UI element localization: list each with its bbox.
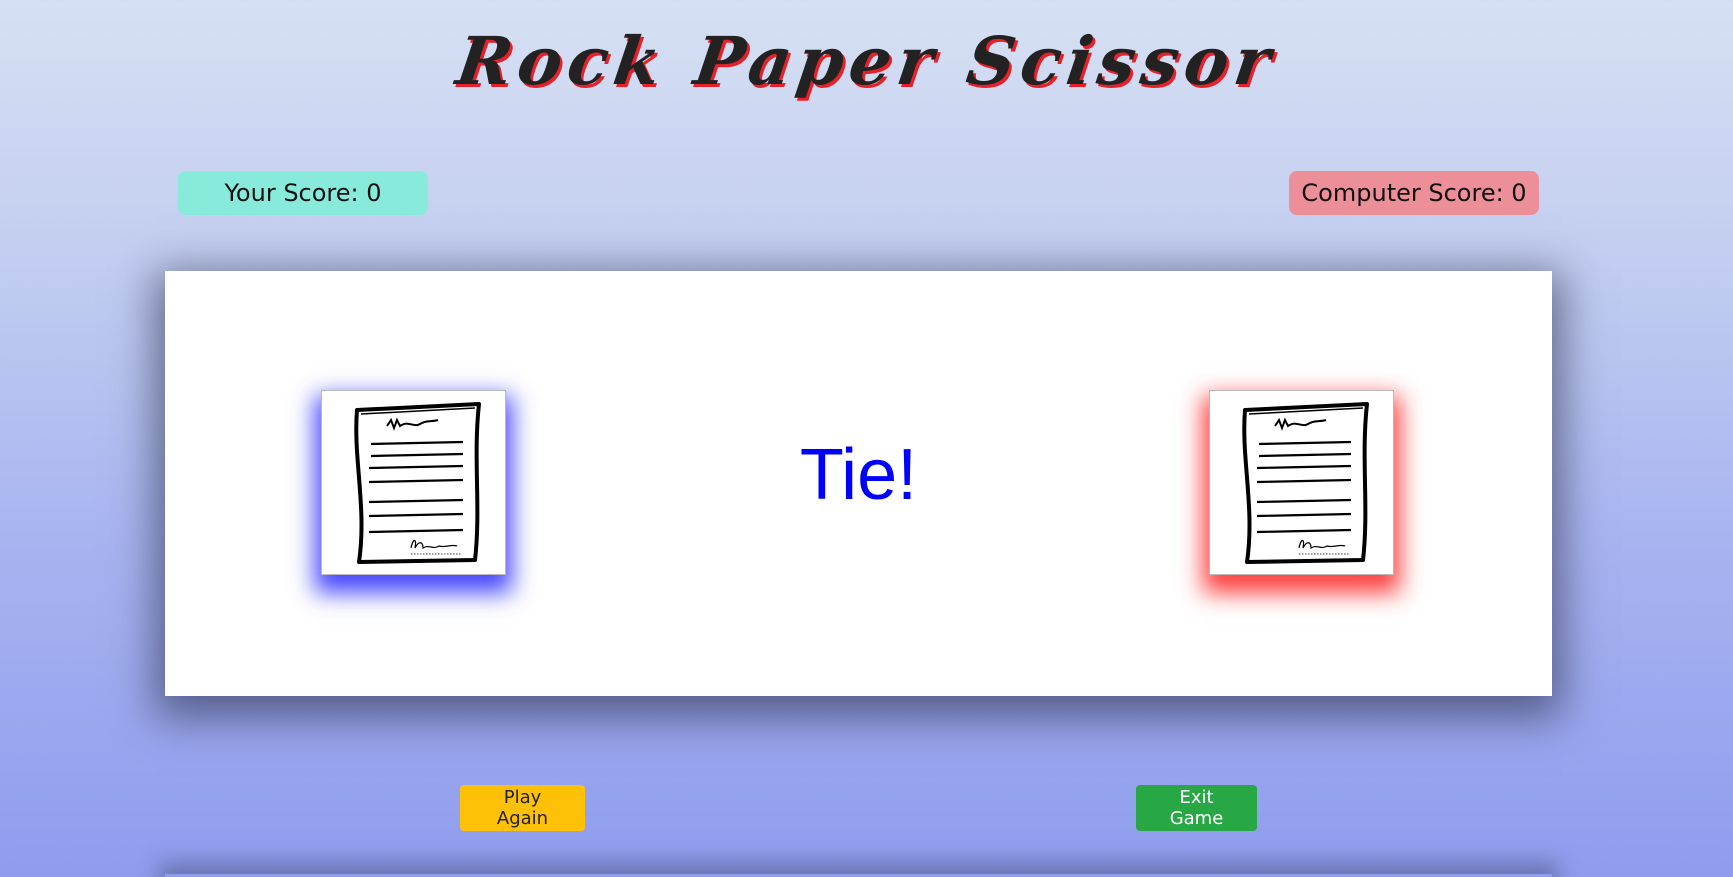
paper-document-icon (1241, 401, 1369, 564)
game-title: Rock Paper Scissor (451, 22, 1282, 100)
computer-choice-card (1209, 390, 1394, 575)
exit-game-button[interactable]: Exit Game (1136, 785, 1257, 831)
player-score: Your Score: 0 (178, 171, 428, 215)
computer-score: Computer Score: 0 (1289, 171, 1539, 215)
play-again-button[interactable]: Play Again (460, 785, 585, 831)
game-board: Tie! (165, 271, 1552, 696)
